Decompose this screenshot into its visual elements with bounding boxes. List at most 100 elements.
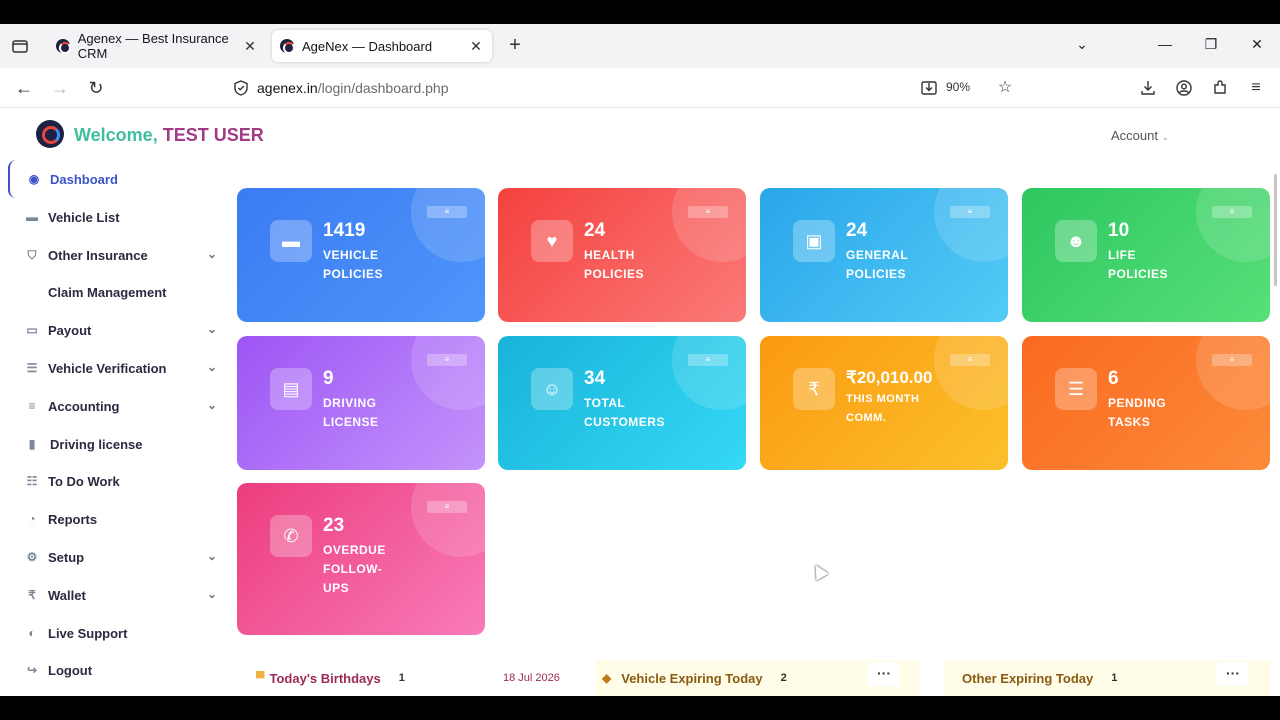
account-label: Account	[1111, 128, 1158, 143]
vehicle-expiring-title: Vehicle Expiring Today	[621, 670, 763, 686]
card-label-line: TASKS	[1108, 415, 1151, 429]
card-label-line: UPS	[323, 581, 350, 595]
account-dropdown[interactable]: Account ⌄	[1111, 128, 1169, 143]
sidebar-item-label: Claim Management	[48, 284, 167, 300]
bottom-summary-row: ▀ Today's Birthdays 1 18 Jul 2026 ◆ Vehi…	[236, 654, 1280, 696]
tab-list-icon[interactable]	[10, 36, 30, 56]
id-card-icon: ▤	[270, 368, 312, 410]
close-tab-icon[interactable]: ✕	[468, 38, 484, 54]
more-options-icon[interactable]: ···	[868, 662, 900, 686]
card-value: 1419	[323, 220, 366, 241]
sidebar-item-logout[interactable]: ↪ Logout	[0, 655, 225, 685]
back-icon[interactable]: ←	[12, 76, 36, 100]
tab-agenex-crm[interactable]: Agenex — Best Insurance CRM ✕	[48, 30, 266, 62]
more-options-icon[interactable]: ···	[1217, 662, 1249, 686]
card-label-line: DRIVING	[323, 396, 377, 410]
reload-icon[interactable]: ↻	[84, 76, 108, 100]
card-menu-icon[interactable]: ≡	[688, 206, 728, 218]
forward-icon[interactable]: →	[48, 76, 72, 100]
card-menu-icon[interactable]: ≡	[688, 354, 728, 366]
card-label: GENERAL POLICIES	[846, 246, 946, 284]
sidebar-item-reports[interactable]: ◔ Reports	[0, 504, 225, 534]
card-label: DRIVING LICENSE	[323, 394, 423, 432]
chevron-down-icon[interactable]: ⌄	[1072, 34, 1092, 54]
chevron-down-icon: ⌄	[206, 398, 217, 412]
new-tab-icon[interactable]: +	[504, 34, 526, 57]
sidebar-item-other-insurance[interactable]: ⛉ Other Insurance ⌄	[0, 240, 225, 270]
sidebar-item-label: Driving license	[50, 436, 143, 452]
sidebar-item-label: Vehicle List	[48, 209, 120, 225]
stat-card[interactable]: ≡ ₹ ₹20,010.00 THIS MONTH COMM.	[760, 336, 1008, 470]
sidebar-item-live-support[interactable]: ◐ Live Support	[0, 618, 225, 648]
sidebar-item-dashboard[interactable]: ◉ Dashboard	[0, 160, 225, 198]
sidebar-item-driving-license[interactable]: ▮ Driving license	[0, 429, 225, 459]
sidebar-item-vehicle-verification[interactable]: ☰ Vehicle Verification ⌄	[0, 353, 225, 383]
dashboard-icon: ◉	[28, 172, 40, 186]
sidebar-item-payout[interactable]: ▭ Payout ⌄	[0, 315, 225, 345]
card-value: ₹20,010.00	[846, 368, 933, 387]
sidebar-item-label: Live Support	[48, 625, 128, 641]
shield-icon: ⛉	[27, 248, 37, 262]
sidebar-item-claim-management[interactable]: Claim Management	[0, 277, 225, 307]
card-value: 23	[323, 515, 345, 536]
card-label: LIFE POLICIES	[1108, 246, 1208, 284]
card-menu-icon[interactable]: ≡	[1212, 354, 1252, 366]
downloads-icon[interactable]	[1136, 76, 1160, 100]
restore-icon[interactable]: ❐	[1201, 34, 1221, 54]
account-icon[interactable]	[1172, 76, 1196, 100]
stat-card[interactable]: ≡ ☰ 6 PENDING TASKS	[1022, 336, 1270, 470]
card-label-line: THIS MONTH	[846, 393, 920, 405]
chat-icon: ◐	[28, 626, 36, 640]
wallet-card-icon: ▭	[26, 323, 38, 337]
card-menu-icon[interactable]: ≡	[427, 501, 467, 513]
car-icon: ◆	[602, 671, 612, 685]
stat-card[interactable]: ≡ ▬ 1419 VEHICLE POLICIES	[237, 188, 485, 322]
stat-card[interactable]: ≡ ♥ 24 HEALTH POLICIES	[498, 188, 746, 322]
stat-card[interactable]: ≡ ▣ 24 GENERAL POLICIES	[760, 188, 1008, 322]
agenex-logo[interactable]	[36, 120, 64, 148]
chevron-down-icon: ⌄	[206, 247, 217, 261]
card-menu-icon[interactable]: ≡	[950, 206, 990, 218]
card-label: HEALTH POLICIES	[584, 246, 684, 284]
minimize-icon[interactable]: —	[1155, 34, 1175, 54]
zoom-level[interactable]: 90%	[946, 80, 970, 94]
stat-card[interactable]: ≡ ▤ 9 DRIVING LICENSE	[237, 336, 485, 470]
card-label-line: POLICIES	[1108, 267, 1169, 281]
gear-icon: ⚙	[26, 550, 38, 564]
sidebar-item-label: Setup	[48, 549, 85, 565]
card-label-line: FOLLOW-	[323, 562, 383, 576]
extensions-icon[interactable]	[1208, 76, 1232, 100]
stat-card[interactable]: ≡ ✆ 23 OVERDUE FOLLOW- UPS	[237, 483, 485, 635]
sidebar-item-setup[interactable]: ⚙ Setup ⌄	[0, 542, 225, 572]
stat-card[interactable]: ≡ ☻ 10 LIFE POLICIES	[1022, 188, 1270, 322]
stat-card[interactable]: ≡ ☺ 34 TOTAL CUSTOMERS	[498, 336, 746, 470]
rupee-icon: ₹	[28, 588, 36, 602]
vehicle-expiring-count: 2	[780, 672, 787, 684]
agenex-favicon-icon	[56, 39, 71, 54]
page-scrollbar[interactable]	[1274, 174, 1277, 286]
sidebar-item-vehicle-list[interactable]: ▬ Vehicle List	[0, 202, 225, 232]
url-host: agenex.in	[257, 80, 318, 96]
address-bar[interactable]: agenex.in/login/dashboard.php	[226, 74, 1026, 102]
card-menu-icon[interactable]: ≡	[950, 354, 990, 366]
sidebar-item-accounting[interactable]: ≡ Accounting ⌄	[0, 391, 225, 421]
card-menu-icon[interactable]: ≡	[1212, 206, 1252, 218]
url-text: agenex.in/login/dashboard.php	[257, 80, 449, 96]
tab-dashboard[interactable]: AgeNex — Dashboard ✕	[272, 30, 492, 62]
tab-title: Agenex — Best Insurance CRM	[77, 31, 229, 61]
shield-lock-icon[interactable]	[232, 79, 250, 97]
navigation-bar: ← → ↻ agenex.in/login/dashboard.php 90% …	[0, 68, 1280, 108]
tasks-icon: ☰	[1055, 368, 1097, 410]
card-menu-icon[interactable]: ≡	[427, 354, 467, 366]
close-tab-icon[interactable]: ✕	[242, 38, 258, 54]
card-label-line: TOTAL	[584, 396, 626, 410]
card-label: TOTAL CUSTOMERS	[584, 394, 684, 432]
sidebar-item-to-do-work[interactable]: ☷ To Do Work	[0, 466, 225, 496]
menu-icon[interactable]: ≡	[1244, 76, 1268, 100]
sidebar-item-wallet[interactable]: ₹ Wallet ⌄	[0, 580, 225, 610]
bookmark-star-icon[interactable]: ☆	[993, 76, 1017, 100]
card-menu-icon[interactable]: ≡	[427, 206, 467, 218]
close-window-icon[interactable]: ✕	[1247, 34, 1267, 54]
birthdays-header[interactable]: ▀ Today's Birthdays 1	[256, 660, 405, 696]
save-page-icon[interactable]	[917, 76, 941, 100]
